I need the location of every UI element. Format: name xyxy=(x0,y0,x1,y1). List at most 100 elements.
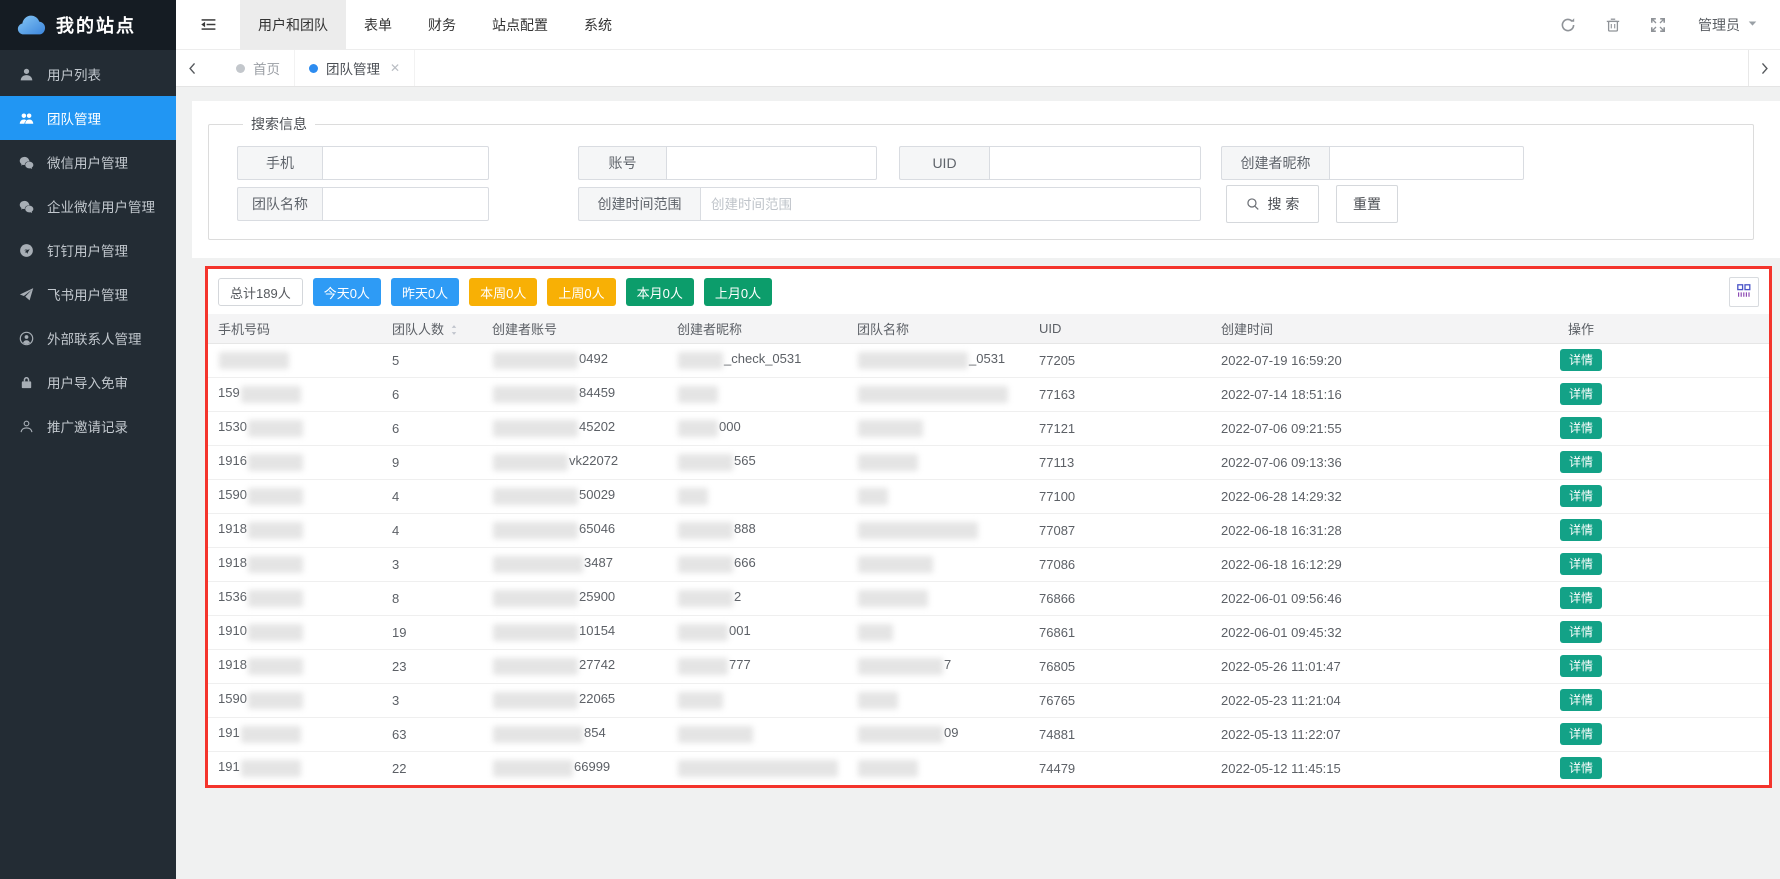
team-name-cell xyxy=(847,411,1029,445)
stat-badge[interactable]: 本月0人 xyxy=(626,278,694,306)
sidebar-item[interactable]: 团队管理 xyxy=(0,96,176,140)
detail-button[interactable]: 详情 xyxy=(1560,485,1602,507)
sidebar-item[interactable]: 微信用户管理 xyxy=(0,140,176,184)
redacted-blur xyxy=(678,726,753,743)
cloud-logo-icon xyxy=(16,10,46,40)
redacted-blur xyxy=(678,454,733,471)
table-row: 15368259002768662022-06-01 09:56:46详情 xyxy=(208,581,1769,615)
uid-input[interactable] xyxy=(989,146,1201,180)
account-input[interactable] xyxy=(666,146,877,180)
refresh-icon[interactable] xyxy=(1545,0,1590,49)
created-time-cell: 2022-07-06 09:21:55 xyxy=(1211,411,1393,445)
detail-button[interactable]: 详情 xyxy=(1560,451,1602,473)
creator-nickname-cell: 001 xyxy=(667,615,847,649)
detail-button[interactable]: 详情 xyxy=(1560,383,1602,405)
phone-cell xyxy=(208,343,382,377)
sidebar-menu: 用户列表团队管理微信用户管理企业微信用户管理钉钉用户管理飞书用户管理外部联系人管… xyxy=(0,50,176,448)
reset-button[interactable]: 重置 xyxy=(1336,185,1398,223)
detail-button[interactable]: 详情 xyxy=(1560,417,1602,439)
column-header[interactable]: 团队人数 xyxy=(382,314,482,343)
user-outline-icon xyxy=(19,419,34,434)
sidebar-item[interactable]: 推广邀请记录 xyxy=(0,404,176,448)
sidebar-item[interactable]: 企业微信用户管理 xyxy=(0,184,176,228)
detail-button[interactable]: 详情 xyxy=(1560,519,1602,541)
top-header: 我的站点 用户和团队表单财务站点配置系统 管理员 xyxy=(0,0,1780,50)
stat-badge[interactable]: 上周0人 xyxy=(547,278,615,306)
redacted-blur xyxy=(241,726,301,743)
table-row: 19101910154001768612022-06-01 09:45:32详情 xyxy=(208,615,1769,649)
stat-badge[interactable]: 上月0人 xyxy=(704,278,772,306)
trash-icon[interactable] xyxy=(1590,0,1635,49)
redacted-blur xyxy=(248,420,303,437)
detail-button[interactable]: 详情 xyxy=(1560,553,1602,575)
team-name-cell xyxy=(847,479,1029,513)
action-cell: 详情 xyxy=(1393,581,1769,615)
close-tab-icon[interactable]: ✕ xyxy=(390,62,400,74)
search-button[interactable]: 搜 索 xyxy=(1226,185,1319,223)
chevron-down-icon xyxy=(1747,18,1758,31)
sidebar-item[interactable]: 用户列表 xyxy=(0,52,176,96)
team-name-cell xyxy=(847,547,1029,581)
uid-cell: 76765 xyxy=(1029,683,1211,717)
detail-button[interactable]: 详情 xyxy=(1560,757,1602,779)
phone-cell: 1530 xyxy=(208,411,382,445)
creator-nickname-cell: 888 xyxy=(667,513,847,547)
redacted-blur xyxy=(248,624,303,641)
sidebar-item[interactable]: 钉钉用户管理 xyxy=(0,228,176,272)
sidebar-item[interactable]: 用户导入免审 xyxy=(0,360,176,404)
redacted-blur xyxy=(219,352,289,369)
redacted-blur xyxy=(678,488,708,505)
date-range-input[interactable] xyxy=(700,187,1201,221)
sidebar-item[interactable]: 外部联系人管理 xyxy=(0,316,176,360)
redacted-blur xyxy=(241,760,301,777)
topnav-item[interactable]: 用户和团队 xyxy=(240,0,346,49)
creator-account-cell: 84459 xyxy=(482,377,667,411)
sidebar-collapse-icon[interactable] xyxy=(176,0,240,49)
creator-account-cell: 27742 xyxy=(482,649,667,683)
sidebar-item-label: 用户列表 xyxy=(47,64,101,84)
detail-button[interactable]: 详情 xyxy=(1560,621,1602,643)
uid-cell: 77100 xyxy=(1029,479,1211,513)
topnav-items: 用户和团队表单财务站点配置系统 xyxy=(240,0,630,49)
stat-badge[interactable]: 总计189人 xyxy=(218,278,303,306)
phone-input[interactable] xyxy=(322,146,489,180)
column-header: 操作 xyxy=(1393,314,1769,343)
topbar-spacer xyxy=(630,0,1545,49)
team-name-cell: 7 xyxy=(847,649,1029,683)
tabs-scroll-left-icon[interactable] xyxy=(176,50,208,86)
redacted-blur xyxy=(858,522,978,539)
tabs-spacer xyxy=(415,50,1748,86)
page-tab[interactable]: 首页 xyxy=(222,50,295,86)
redacted-blur xyxy=(493,726,583,743)
team-name-cell: 09 xyxy=(847,717,1029,751)
sidebar-item[interactable]: 飞书用户管理 xyxy=(0,272,176,316)
redacted-blur xyxy=(678,658,728,675)
fullscreen-icon[interactable] xyxy=(1635,0,1680,49)
date-range-field-label: 创建时间范围 xyxy=(578,187,700,221)
tabs-scroll-right-icon[interactable] xyxy=(1748,50,1780,86)
column-settings-button[interactable] xyxy=(1729,277,1759,307)
stat-badge[interactable]: 昨天0人 xyxy=(391,278,459,306)
page-tab[interactable]: 团队管理✕ xyxy=(295,50,415,86)
topnav-item[interactable]: 表单 xyxy=(346,0,410,49)
redacted-blur xyxy=(493,488,578,505)
topnav-item[interactable]: 系统 xyxy=(566,0,630,49)
detail-button[interactable]: 详情 xyxy=(1560,349,1602,371)
stat-badge[interactable]: 本周0人 xyxy=(469,278,537,306)
detail-button[interactable]: 详情 xyxy=(1560,587,1602,609)
redacted-blur xyxy=(248,522,303,539)
members-cell: 5 xyxy=(382,343,482,377)
team-name-input[interactable] xyxy=(322,187,489,221)
stat-badge[interactable]: 今天0人 xyxy=(313,278,381,306)
redacted-blur xyxy=(248,454,303,471)
topnav-item[interactable]: 站点配置 xyxy=(474,0,566,49)
redacted-blur xyxy=(241,386,301,403)
topnav-item[interactable]: 财务 xyxy=(410,0,474,49)
admin-menu[interactable]: 管理员 xyxy=(1680,0,1780,49)
sort-icon[interactable] xyxy=(448,324,460,338)
redacted-blur xyxy=(493,386,578,403)
detail-button[interactable]: 详情 xyxy=(1560,689,1602,711)
creator-nickname-input[interactable] xyxy=(1329,146,1524,180)
detail-button[interactable]: 详情 xyxy=(1560,723,1602,745)
detail-button[interactable]: 详情 xyxy=(1560,655,1602,677)
